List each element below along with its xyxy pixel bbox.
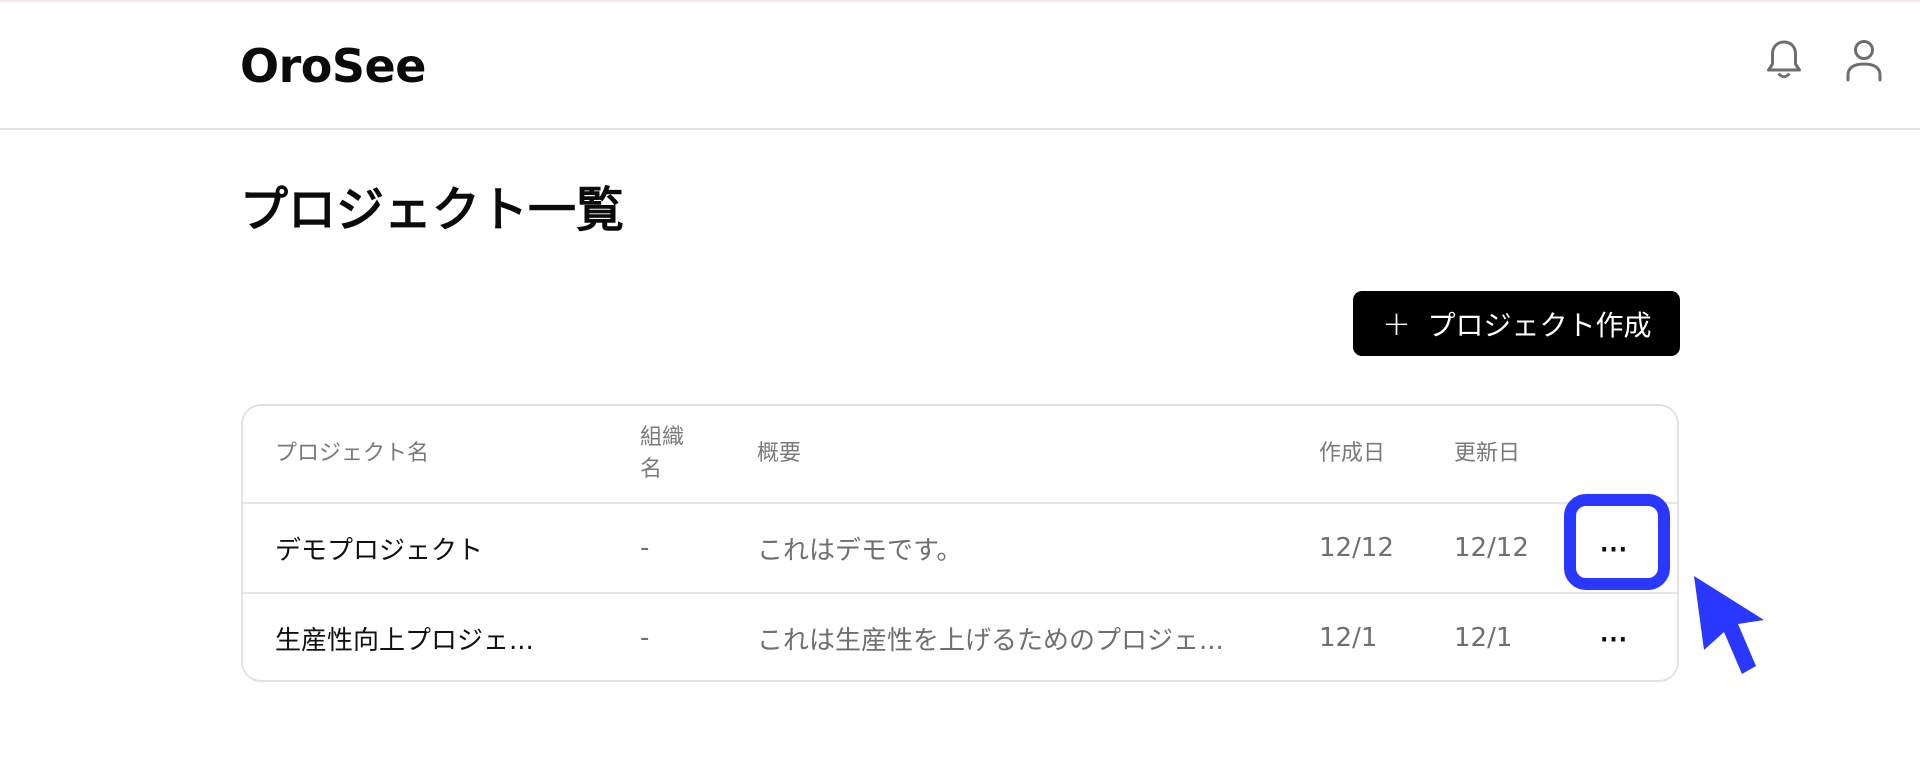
bell-icon	[1767, 40, 1801, 79]
project-name-cell[interactable]: デモプロジェクト	[275, 504, 615, 592]
column-header-updated-label: 更新日	[1454, 441, 1521, 466]
column-header-name-label: プロジェクト名	[275, 441, 430, 466]
org-name: -	[640, 623, 650, 653]
created-date: 12/1	[1319, 623, 1378, 653]
created-date: 12/12	[1319, 533, 1394, 563]
user-icon	[1846, 40, 1882, 82]
page-title: プロジェクト一覧	[240, 182, 625, 238]
plus-icon: +	[1382, 303, 1411, 344]
app-header: OroSee	[0, 2, 1920, 130]
description-text: これは生産性を上げるためのプロジェ...	[757, 625, 1224, 656]
more-actions-button[interactable]: ⋯	[1584, 523, 1644, 573]
table-row[interactable]: 生産性向上プロジェ... - これは生産性を上げるためのプロジェ... 12/1…	[243, 594, 1677, 680]
created-date-cell: 12/1	[1319, 594, 1399, 680]
updated-date-cell: 12/12	[1454, 504, 1534, 592]
column-header-updated: 更新日	[1454, 406, 1534, 502]
project-name[interactable]: 生産性向上プロジェ...	[275, 620, 534, 657]
updated-date-cell: 12/1	[1454, 594, 1534, 680]
notifications-button[interactable]	[1756, 32, 1812, 88]
create-project-label: プロジェクト作成	[1427, 308, 1652, 342]
updated-date: 12/1	[1454, 623, 1513, 653]
project-name[interactable]: デモプロジェクト	[275, 530, 483, 567]
column-header-description-label: 概要	[757, 441, 802, 466]
table-header-row: プロジェクト名 組織名 概要 作成日 更新日	[243, 406, 1677, 504]
column-header-created: 作成日	[1319, 406, 1399, 502]
column-header-org: 組織名	[640, 406, 700, 502]
description-cell: これは生産性を上げるためのプロジェ...	[757, 594, 1277, 680]
org-name-cell: -	[640, 594, 700, 680]
more-horizontal-icon: ⋯	[1599, 532, 1629, 564]
column-header-name: プロジェクト名	[275, 406, 615, 502]
more-horizontal-icon: ⋯	[1599, 622, 1629, 654]
column-header-created-label: 作成日	[1319, 441, 1386, 466]
org-name: -	[640, 533, 650, 563]
table-row[interactable]: デモプロジェクト - これはデモです。 12/12 12/12 ⋯	[243, 504, 1677, 594]
org-name-cell: -	[640, 504, 700, 592]
description-cell: これはデモです。	[757, 504, 1277, 592]
cursor-arrow-icon	[1694, 576, 1764, 674]
actions-cell: ⋯	[1571, 594, 1657, 680]
project-name-cell[interactable]: 生産性向上プロジェ...	[275, 594, 615, 680]
create-project-button[interactable]: + プロジェクト作成	[1353, 291, 1680, 356]
more-actions-button[interactable]: ⋯	[1584, 613, 1644, 663]
account-button[interactable]	[1836, 32, 1892, 88]
app-logo[interactable]: OroSee	[240, 34, 426, 98]
updated-date: 12/12	[1454, 533, 1529, 563]
column-header-org-label: 組織名	[640, 425, 685, 482]
projects-table: プロジェクト名 組織名 概要 作成日 更新日 デモプロジェクト - これはデモで…	[241, 404, 1679, 682]
description-text: これはデモです。	[757, 535, 963, 566]
created-date-cell: 12/12	[1319, 504, 1399, 592]
column-header-description: 概要	[757, 406, 1277, 502]
actions-cell: ⋯	[1571, 504, 1657, 592]
